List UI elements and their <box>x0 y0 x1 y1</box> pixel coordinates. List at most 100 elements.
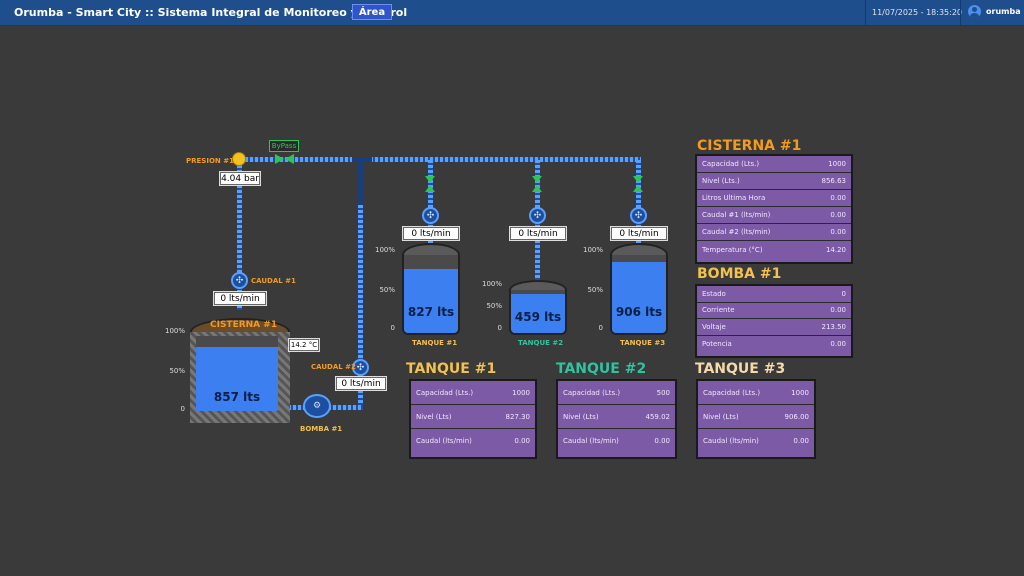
tanque2-tank[interactable]: 459 lts <box>509 280 567 335</box>
tanque2-row-value: 459.02 <box>645 412 671 421</box>
area-button[interactable]: Área <box>352 4 392 20</box>
header-divider <box>960 0 961 25</box>
tanque1-row-label: Capacidad (Lts.) <box>416 388 474 397</box>
bomba-pump-icon[interactable]: ⚙ <box>303 394 331 418</box>
tanque1-body: 827 lts <box>402 255 460 335</box>
tanque3-tank[interactable]: 906 lts <box>610 243 668 335</box>
tanque2-name: TANQUE #2 <box>518 339 564 347</box>
cisterna-inner: 857 lts <box>196 336 278 411</box>
tanque1-cap <box>402 243 460 255</box>
tanque3-valve-icon[interactable] <box>633 176 643 183</box>
bomba-row-value: 213.50 <box>821 322 847 331</box>
tanque3-valve-icon-lower[interactable] <box>633 185 643 192</box>
tanque2-row: Capacidad (Lts.) 500 <box>558 381 675 405</box>
tanque3-row-label: Capacidad (Lts.) <box>703 388 761 397</box>
tanque3-row: Capacidad (Lts.) 1000 <box>698 381 814 405</box>
caudal1-value: 0 lts/min <box>214 292 266 305</box>
bypass-label[interactable]: ByPass <box>269 140 299 152</box>
tanque1-row: Capacidad (Lts.) 1000 <box>411 381 535 405</box>
panel-bomba-title: BOMBA #1 <box>697 266 782 282</box>
caudal1-meter-icon[interactable]: ✣ <box>231 272 248 289</box>
tanque3-meter-icon[interactable]: ✣ <box>630 207 647 224</box>
gauge-icon[interactable] <box>232 152 246 166</box>
panel-tanque1-title: TANQUE #1 <box>406 361 497 377</box>
cisterna-row-value: 14.20 <box>825 245 846 254</box>
cisterna-row-value: 0.00 <box>830 228 846 236</box>
tanque2-valve-icon[interactable] <box>532 176 542 183</box>
cisterna-pct-50: 50% <box>169 367 185 375</box>
tanque1-valve-icon-lower[interactable] <box>425 185 435 192</box>
bomba-row-label: Estado <box>702 289 726 298</box>
cisterna-row-value: 0.00 <box>830 211 846 219</box>
bomba-row-label: Corriente <box>702 306 735 315</box>
tanque3-pct-50: 50% <box>587 286 603 294</box>
tanque2-pct-50: 50% <box>486 302 502 310</box>
bomba-row-label: Voltaje <box>702 322 726 331</box>
presion-value: 4.04 bar <box>220 172 260 185</box>
tanque3-water <box>612 262 666 333</box>
tanque3-pct-100: 100% <box>582 246 603 254</box>
app-title: Orumba - Smart City :: Sistema Integral … <box>14 6 408 19</box>
tanque1-name: TANQUE #1 <box>412 339 458 347</box>
tanque2-row-label: Capacidad (Lts.) <box>563 388 621 397</box>
tanque1-row: Caudal (lts/min) 0.00 <box>411 429 535 453</box>
panel-tanque3: Capacidad (Lts.) 1000 Nivel (Lts) 906.00 Cau… <box>696 379 816 459</box>
cisterna-tank[interactable]: 857 lts <box>190 318 290 423</box>
tanque2-row: Caudal (lts/min) 0.00 <box>558 429 675 453</box>
pipe-tee <box>352 157 372 162</box>
top-bar: Orumba - Smart City :: Sistema Integral … <box>0 0 1024 26</box>
cisterna-row-label: Caudal #1 (lts/min) <box>702 211 771 219</box>
caudal1-label: CAUDAL #1 <box>251 277 296 285</box>
tanque1-meter-icon[interactable]: ✣ <box>422 207 439 224</box>
cisterna-temp: 14.2 °C <box>289 339 319 351</box>
tanque2-cap <box>509 280 567 290</box>
tanque1-row-value: 827.30 <box>505 412 531 421</box>
user-icon <box>968 5 981 18</box>
tanque1-pct-50: 50% <box>379 286 395 294</box>
tanque3-row-value: 906.00 <box>784 412 810 421</box>
user-menu[interactable]: orumba <box>968 5 1021 18</box>
tanque2-row: Nivel (Lts) 459.02 <box>558 405 675 429</box>
bomba-row-value: 0.00 <box>830 339 846 348</box>
tanque3-row: Caudal (lts/min) 0.00 <box>698 429 814 453</box>
main-pipe <box>245 157 641 162</box>
tanque3-row: Nivel (Lts) 906.00 <box>698 405 814 429</box>
tanque1-tank[interactable]: 827 lts <box>402 243 460 335</box>
tanque1-pct-100: 100% <box>374 246 395 254</box>
cisterna-row-label: Nivel (Lts.) <box>702 177 740 185</box>
cisterna-row: Caudal #2 (lts/min) 0.00 <box>697 224 851 241</box>
bomba-row: Corriente 0.00 <box>697 303 851 319</box>
tanque3-level: 906 lts <box>615 305 663 319</box>
bomba-row: Estado 0 <box>697 286 851 303</box>
tanque1-row-value: 0.00 <box>514 437 530 445</box>
tanque1-water <box>404 268 458 333</box>
bypass-valve-icon[interactable] <box>275 154 295 164</box>
tanque1-valve-icon[interactable] <box>425 176 435 183</box>
cisterna-row: Litros Ultima Hora 0.00 <box>697 190 851 207</box>
panel-bomba: Estado 0 Corriente 0.00 Voltaje 213.50 Potenci… <box>695 284 853 358</box>
cisterna-pct-100: 100% <box>164 327 185 335</box>
tanque2-row-label: Nivel (Lts) <box>563 412 599 421</box>
tanque1-row: Nivel (Lts) 827.30 <box>411 405 535 429</box>
tanque2-meter-icon[interactable]: ✣ <box>529 207 546 224</box>
user-name: orumba <box>986 7 1021 16</box>
tanque1-level: 827 lts <box>407 305 455 319</box>
cisterna-row-label: Capacidad (Lts.) <box>702 160 760 168</box>
cisterna-row: Capacidad (Lts.) 1000 <box>697 156 851 173</box>
cisterna-row: Caudal #1 (lts/min) 0.00 <box>697 207 851 224</box>
panel-tanque2-title: TANQUE #2 <box>556 361 647 377</box>
cisterna-title: CISTERNA #1 <box>210 320 278 330</box>
cisterna-row-label: Caudal #2 (lts/min) <box>702 228 771 236</box>
caudal2-label: CAUDAL #2 <box>311 363 356 371</box>
bomba-row-value: 0 <box>841 289 846 298</box>
tanque2-flow: 0 lts/min <box>510 227 566 240</box>
caudal2-value: 0 lts/min <box>336 377 386 390</box>
cisterna-row-value: 1000 <box>828 160 846 168</box>
datetime: 11/07/2025 - 18:35:20 <box>872 8 963 17</box>
cisterna-row-label: Temperatura (°C) <box>702 245 763 254</box>
bomba-label: BOMBA #1 <box>300 425 343 433</box>
tanque1-pct-0: 0 <box>390 324 395 332</box>
tanque2-valve-icon-lower[interactable] <box>532 185 542 192</box>
pipe-solid <box>358 157 363 207</box>
tanque3-body: 906 lts <box>610 255 668 335</box>
